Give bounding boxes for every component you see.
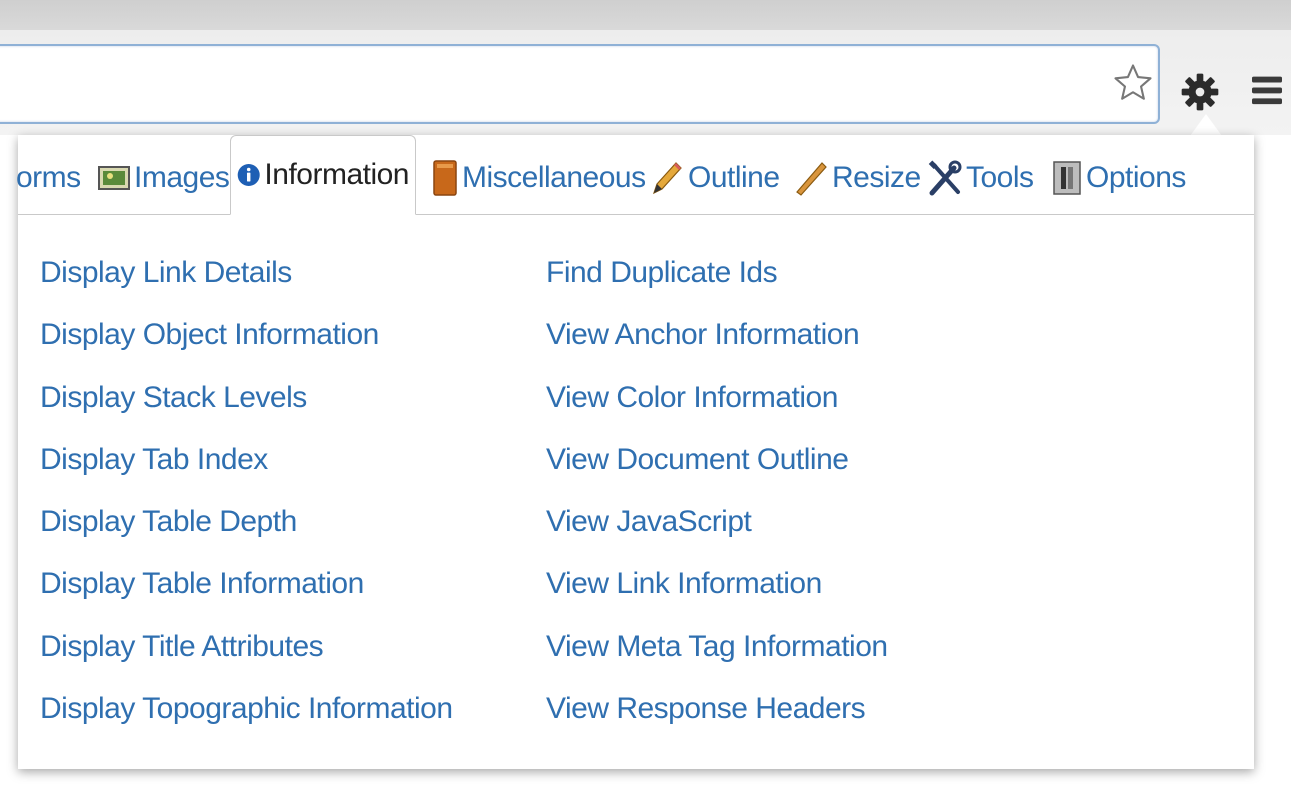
tab-label: Images [134, 161, 230, 194]
info-icon [237, 163, 260, 187]
address-input[interactable] [12, 46, 1096, 118]
link-view-document-outline[interactable]: View Document Outline [546, 440, 888, 502]
link-view-anchor-information[interactable]: View Anchor Information [546, 315, 888, 377]
link-display-tab-index[interactable]: Display Tab Index [40, 440, 453, 502]
link-display-table-information[interactable]: Display Table Information [40, 564, 453, 626]
tab-label: Miscellaneous [462, 161, 646, 194]
tab-bar: orms Images Information Miscellaneous Ou… [16, 135, 1254, 215]
gear-icon[interactable] [1180, 72, 1220, 112]
link-find-duplicate-ids[interactable]: Find Duplicate Ids [546, 253, 888, 315]
link-view-link-information[interactable]: View Link Information [546, 564, 888, 626]
link-display-table-depth[interactable]: Display Table Depth [40, 502, 453, 564]
tab-tools[interactable]: Tools [928, 153, 1034, 203]
link-view-response-headers[interactable]: View Response Headers [546, 689, 888, 751]
link-view-meta-tag-information[interactable]: View Meta Tag Information [546, 627, 888, 689]
left-link-column: Display Link Details Display Object Info… [40, 253, 453, 751]
ruler-icon [796, 162, 827, 196]
tab-label: Tools [966, 161, 1034, 194]
link-display-stack-levels[interactable]: Display Stack Levels [40, 378, 453, 440]
tab-label: Resize [832, 161, 921, 194]
link-display-title-attributes[interactable]: Display Title Attributes [40, 627, 453, 689]
link-view-javascript[interactable]: View JavaScript [546, 502, 888, 564]
right-link-column: Find Duplicate Ids View Anchor Informati… [546, 253, 888, 751]
link-display-object-information[interactable]: Display Object Information [40, 315, 453, 377]
tab-options[interactable]: Options [1052, 153, 1186, 203]
menu-icon[interactable] [1250, 70, 1284, 110]
link-view-color-information[interactable]: View Color Information [546, 378, 888, 440]
tab-images[interactable]: Images [98, 153, 230, 203]
popup-pointer [1190, 114, 1222, 136]
pencil-icon [652, 162, 682, 195]
images-icon [98, 166, 130, 190]
options-icon [1053, 161, 1081, 195]
star-icon[interactable] [1112, 62, 1154, 104]
tab-label: Outline [688, 161, 780, 194]
tab-outline[interactable]: Outline [650, 153, 780, 203]
link-display-topographic-information[interactable]: Display Topographic Information [40, 689, 453, 751]
tab-label: Information [264, 158, 409, 191]
tools-icon [928, 160, 962, 196]
tab-label: Options [1086, 161, 1186, 194]
tab-miscellaneous[interactable]: Miscellaneous [432, 153, 646, 203]
tab-label: orms [16, 161, 81, 194]
link-display-link-details[interactable]: Display Link Details [40, 253, 453, 315]
browser-window: orms Images Information Miscellaneous Ou… [0, 0, 1291, 802]
tab-resize[interactable]: Resize [794, 153, 921, 203]
web-developer-popup: orms Images Information Miscellaneous Ou… [16, 135, 1254, 769]
tab-forms[interactable]: orms [16, 153, 81, 203]
miscellaneous-icon [433, 160, 457, 196]
address-bar[interactable] [0, 44, 1160, 124]
tab-information[interactable]: Information [230, 135, 416, 215]
